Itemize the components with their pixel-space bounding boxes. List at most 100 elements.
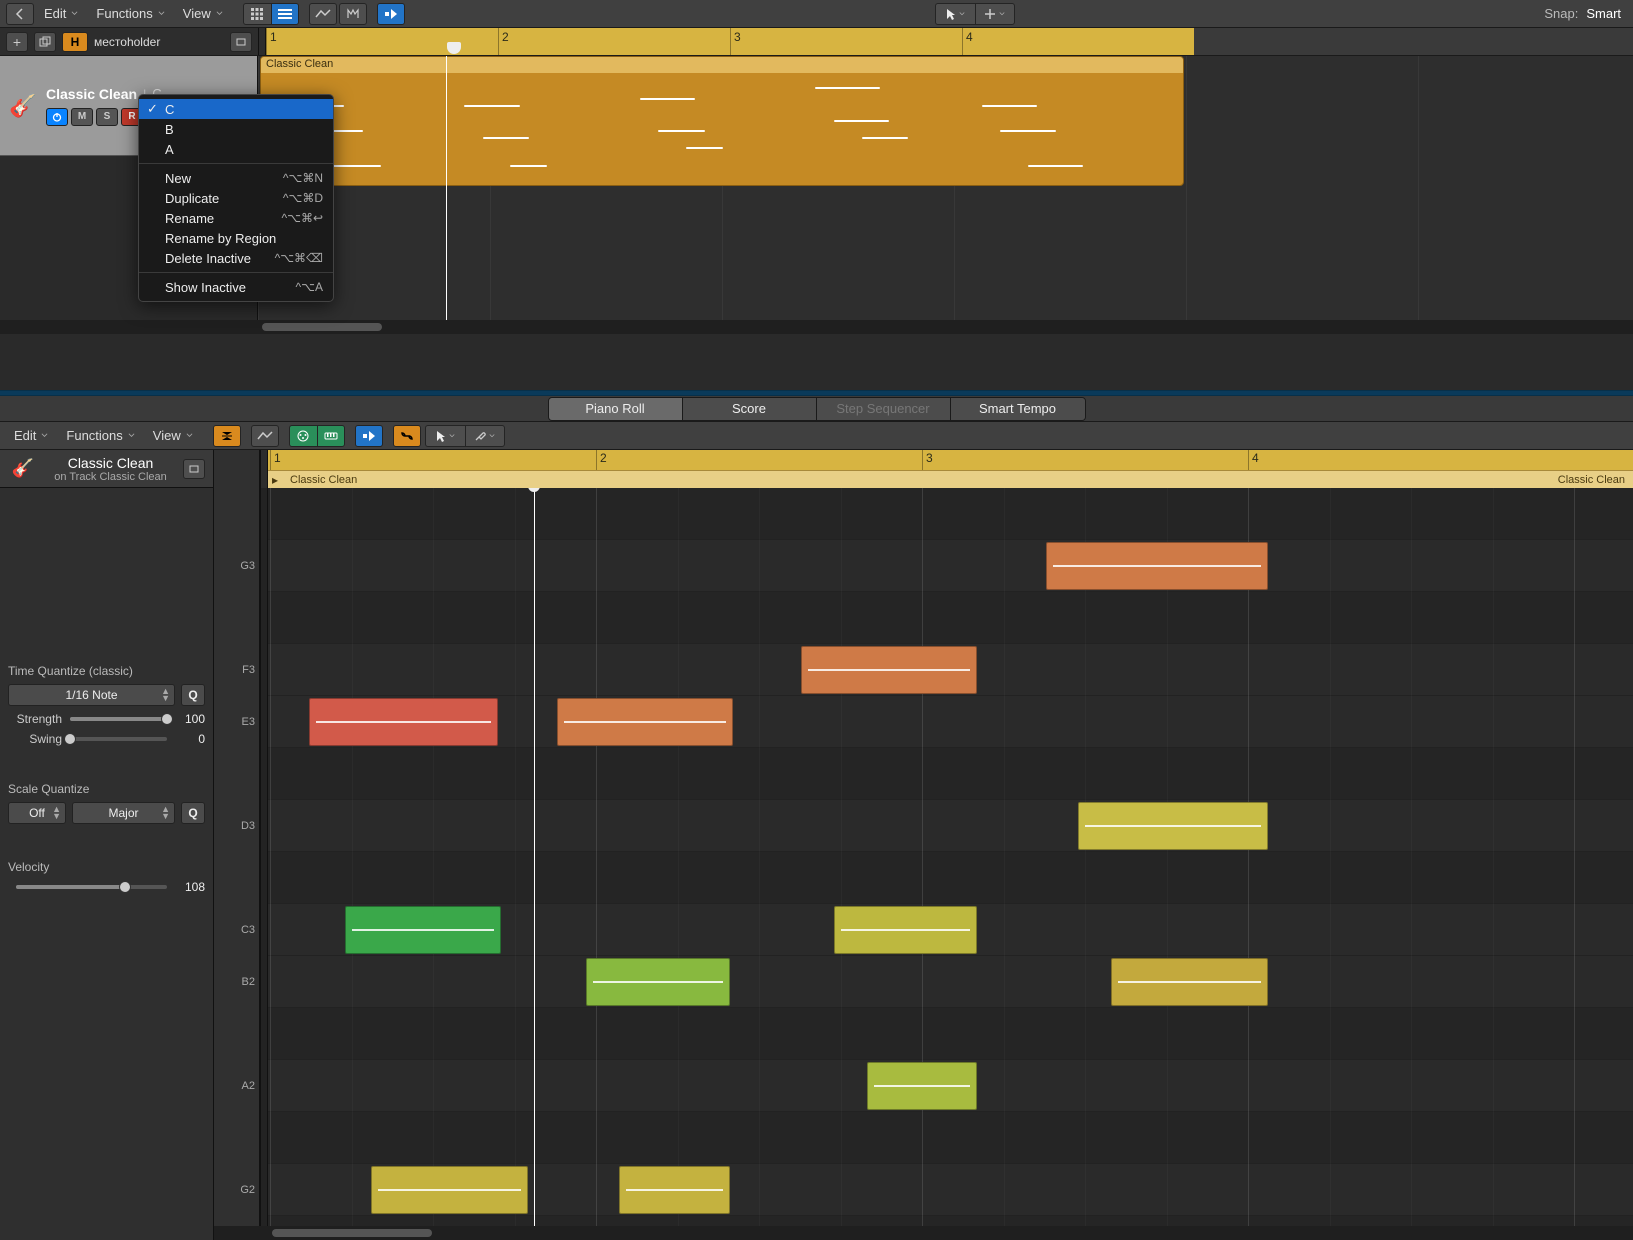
arrange-area[interactable]: Classic Clean <box>258 56 1633 320</box>
track-alternative-menu[interactable]: ✓CBANew^⌥⌘NDuplicate^⌥⌘DRename^⌥⌘↩Rename… <box>138 94 334 302</box>
functions-menu-label: Functions <box>96 6 152 21</box>
list-view-icon[interactable] <box>271 3 299 25</box>
track-mute-button[interactable]: M <box>71 108 93 126</box>
menu-item[interactable]: Rename by Region <box>139 228 333 248</box>
ed-view-menu[interactable]: View <box>145 425 201 446</box>
track-header-tools: + Hместоholder <box>0 32 258 52</box>
functions-menu[interactable]: Functions <box>88 3 172 24</box>
region-marker[interactable]: ▸ Classic Clean Classic Clean <box>268 470 1633 488</box>
track-power-button[interactable] <box>46 108 68 126</box>
menu-item-label: A <box>165 142 174 157</box>
track-solo-button[interactable]: S <box>96 108 118 126</box>
editor-tab[interactable]: Smart Tempo <box>951 398 1085 420</box>
editor-tab[interactable]: Score <box>683 398 817 420</box>
quantize-button[interactable]: Q <box>181 684 205 706</box>
back-icon[interactable] <box>6 3 34 25</box>
pr-ruler-gutter[interactable] <box>260 450 268 470</box>
midi-note[interactable] <box>586 958 729 1006</box>
region-label: Classic Clean <box>261 57 1183 73</box>
midi-note[interactable] <box>345 906 501 954</box>
edit-menu[interactable]: Edit <box>36 3 86 24</box>
midi-out-icon[interactable] <box>317 425 345 447</box>
menu-item[interactable]: B <box>139 119 333 139</box>
flex-icon[interactable] <box>339 3 367 25</box>
menu-item-shortcut: ^⌥⌘N <box>283 171 323 185</box>
track-header-h-button[interactable]: H <box>62 32 88 52</box>
time-quantize-value: 1/16 Note <box>65 688 117 702</box>
arrange-toolbar: Edit Functions View Snap: Smart <box>0 0 1633 28</box>
menu-item-shortcut: ^⌥A <box>296 280 323 294</box>
midi-note[interactable] <box>619 1166 730 1214</box>
ed-edit-menu[interactable]: Edit <box>6 425 56 446</box>
pianoroll-playhead[interactable] <box>534 488 535 1226</box>
midi-note[interactable] <box>557 698 733 746</box>
guitar-icon: 🎸 <box>8 454 38 484</box>
midi-region[interactable]: Classic Clean <box>260 56 1184 186</box>
midi-note[interactable] <box>834 906 977 954</box>
bar-number: 1 <box>270 30 277 44</box>
midi-in-icon[interactable] <box>289 425 317 447</box>
playhead-handle[interactable] <box>447 42 461 54</box>
midi-note[interactable] <box>1046 542 1268 590</box>
menu-item-label: New <box>165 171 191 186</box>
link-icon[interactable] <box>393 425 421 447</box>
key-label: F3 <box>242 664 255 676</box>
time-quantize-select[interactable]: 1/16 Note ▲▼ <box>8 684 175 706</box>
swing-value: 0 <box>175 732 205 746</box>
collapse-icon[interactable] <box>213 425 241 447</box>
menu-item[interactable]: Delete Inactive^⌥⌘⌫ <box>139 248 333 268</box>
ed-automation-icon[interactable] <box>251 425 279 447</box>
key-label: E3 <box>242 716 255 728</box>
secondary-tool-icon[interactable] <box>975 3 1015 25</box>
automation-icon[interactable] <box>309 3 337 25</box>
ed-catch-icon[interactable] <box>355 425 383 447</box>
midi-note[interactable] <box>1078 802 1267 850</box>
menu-item[interactable]: Rename ^⌥⌘↩ <box>139 208 333 228</box>
midi-note[interactable] <box>371 1166 527 1214</box>
chevron-down-icon <box>128 432 135 439</box>
ed-pointer-tool-icon[interactable] <box>425 425 465 447</box>
arrange-h-scrollbar[interactable] <box>262 323 382 331</box>
menu-item-label: Rename by Region <box>165 231 276 246</box>
pianoroll-grid[interactable] <box>268 488 1633 1226</box>
scale-quantize-on-select[interactable]: Off ▲▼ <box>8 802 66 824</box>
velocity-slider[interactable] <box>16 885 167 889</box>
menu-item[interactable]: New ^⌥⌘N <box>139 168 333 188</box>
midi-note[interactable] <box>1111 958 1267 1006</box>
key-label: C3 <box>241 924 255 936</box>
pianoroll-ruler[interactable]: 1234 <box>268 450 1633 470</box>
scale-quantize-button[interactable]: Q <box>181 802 205 824</box>
menu-item-label: Rename <box>165 211 214 226</box>
menu-item[interactable]: Duplicate^⌥⌘D <box>139 188 333 208</box>
menu-item-label: Delete Inactive <box>165 251 251 266</box>
editor-inspector: 🎸 Classic Clean on Track Classic Clean T… <box>0 450 214 1240</box>
ruler-gutter[interactable] <box>258 28 266 55</box>
arrange-ruler[interactable]: 123456 <box>266 28 1633 55</box>
menu-item-shortcut: ^⌥⌘↩ <box>281 211 323 225</box>
ed-region-filter-button[interactable] <box>183 459 205 479</box>
grid-view-icon[interactable] <box>243 3 271 25</box>
menu-item[interactable]: Show Inactive^⌥A <box>139 277 333 297</box>
duplicate-track-button[interactable] <box>34 32 56 52</box>
snap-value[interactable]: Smart <box>1586 6 1621 21</box>
track-filter-button[interactable] <box>230 32 252 52</box>
swing-slider[interactable] <box>70 737 167 741</box>
menu-item[interactable]: A <box>139 139 333 159</box>
pointer-tool-icon[interactable] <box>935 3 975 25</box>
ed-secondary-tool-icon[interactable] <box>465 425 505 447</box>
add-track-button[interactable]: + <box>6 32 28 52</box>
scale-quantize-scale-select[interactable]: Major ▲▼ <box>72 802 175 824</box>
ed-functions-menu[interactable]: Functions <box>58 425 142 446</box>
pianoroll-keys[interactable]: G3F3E3D3C3B2A2G2 <box>214 488 260 1226</box>
midi-note[interactable] <box>309 698 498 746</box>
view-menu[interactable]: View <box>175 3 231 24</box>
catch-icon[interactable] <box>377 3 405 25</box>
arrange-playhead[interactable] <box>446 56 447 320</box>
midi-note[interactable] <box>867 1062 978 1110</box>
strength-slider[interactable] <box>70 717 167 721</box>
bar-number: 4 <box>1252 451 1259 465</box>
editor-tab[interactable]: Piano Roll <box>549 398 683 420</box>
pianoroll-h-scrollbar[interactable] <box>272 1229 432 1237</box>
midi-note[interactable] <box>801 646 977 694</box>
menu-item[interactable]: ✓C <box>139 99 333 119</box>
